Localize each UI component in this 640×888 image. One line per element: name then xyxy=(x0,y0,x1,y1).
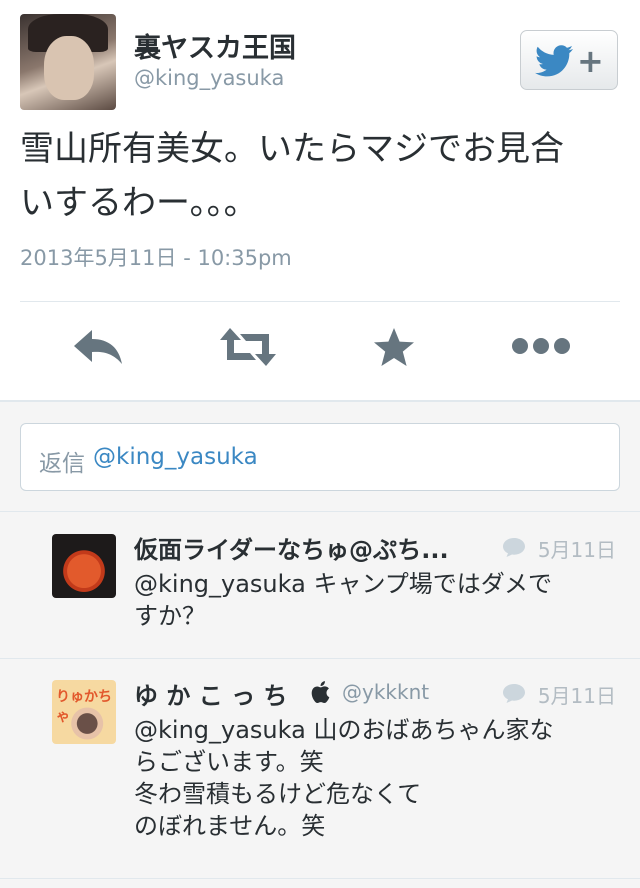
reply-text-line: @king_yasuka キャンプ場ではダメで xyxy=(134,570,553,598)
retweet-icon[interactable] xyxy=(218,326,278,368)
divider xyxy=(0,511,640,512)
author-avatar[interactable] xyxy=(20,14,116,110)
reply-author-handle[interactable]: @ykkknt xyxy=(342,680,429,704)
tweet-detail: 裏ヤスカ王国 @king_yasuka + 雪山所有美女。いたらマジでお見合 い… xyxy=(0,0,640,400)
reply-date: 5月11日 xyxy=(537,538,616,562)
divider xyxy=(0,400,640,402)
more-icon[interactable] xyxy=(510,334,572,358)
action-bar xyxy=(0,320,640,376)
follow-plus: + xyxy=(577,42,604,80)
author-name[interactable]: 裏ヤスカ王国 xyxy=(134,26,296,65)
reply-prefix: 返信 xyxy=(39,451,85,477)
reply-text: @king_yasuka 山のおばあちゃん家な らございます。笑 冬わ雪積もるけ… xyxy=(134,714,604,842)
apple-icon xyxy=(311,681,330,703)
tweet-text: 雪山所有美女。いたらマジでお見合 いするわー。。。 xyxy=(20,122,620,230)
divider xyxy=(20,301,620,302)
tweet-text-line: 雪山所有美女。いたらマジでお見合 xyxy=(20,129,564,169)
reply-icon[interactable] xyxy=(72,326,124,366)
reply-input[interactable]: 返信 @king_yasuka xyxy=(20,423,620,491)
reply-author-name[interactable]: ゆ か こ っ ち xyxy=(134,676,287,711)
conversation-bubble-icon xyxy=(503,538,525,557)
reply-text-line: 冬わ雪積もるけど危なくて xyxy=(134,780,422,808)
twitter-bird-icon xyxy=(535,45,573,77)
favorite-icon[interactable] xyxy=(372,326,416,368)
reply-avatar[interactable] xyxy=(52,534,116,598)
follow-button[interactable]: + xyxy=(520,30,618,90)
reply-text: @king_yasuka キャンプ場ではダメで すか？ xyxy=(134,568,604,632)
reply-item[interactable]: りゅかちゃ ゆ か こ っ ち @ykkknt 5月11日 @king_yasu… xyxy=(0,676,640,876)
reply-text-line: らございます。笑 xyxy=(134,748,324,776)
reply-text-line: のぼれません。笑 xyxy=(134,812,326,840)
avatar-face xyxy=(44,36,94,100)
reply-avatar[interactable]: りゅかちゃ xyxy=(52,680,116,744)
reply-date: 5月11日 xyxy=(537,684,616,708)
reply-mention: @king_yasuka xyxy=(93,444,258,470)
tweet-text-line: いするわー。。。 xyxy=(20,183,258,223)
reply-author-name[interactable]: 仮面ライダーなちゅ@ぷち... xyxy=(134,530,449,565)
conversation-bubble-icon xyxy=(503,684,525,703)
divider xyxy=(0,878,640,879)
author-handle[interactable]: @king_yasuka xyxy=(134,66,284,90)
reply-text-line: @king_yasuka 山のおばあちゃん家な xyxy=(134,716,554,744)
reply-text-line: すか？ xyxy=(134,602,206,630)
avatar-scrawl: りゅかちゃ xyxy=(56,689,112,725)
divider xyxy=(0,658,640,659)
tweet-timestamp: 2013年5月11日 - 10:35pm xyxy=(20,246,292,270)
reply-item[interactable]: 仮面ライダーなちゅ@ぷち... 5月11日 @king_yasuka キャンプ場… xyxy=(0,530,640,655)
